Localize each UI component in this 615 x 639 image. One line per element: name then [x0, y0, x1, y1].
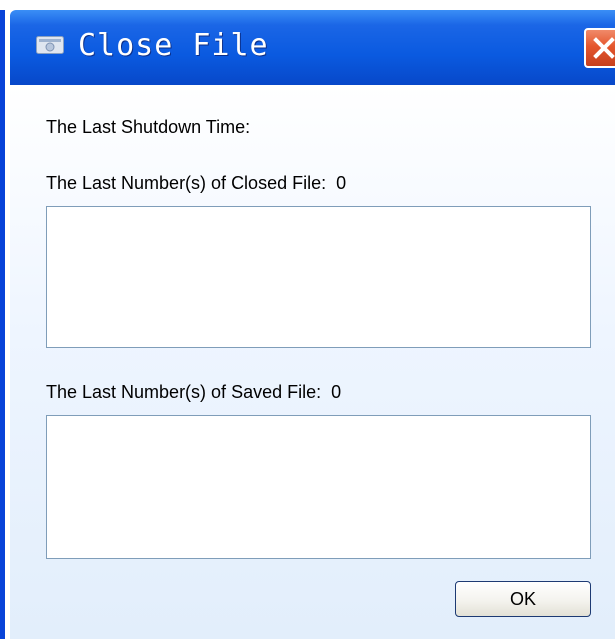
title-bar[interactable]: Close File	[10, 10, 615, 85]
close-file-dialog: Close File The Last Shutdown Time: The L…	[0, 10, 615, 639]
ok-button[interactable]: OK	[455, 581, 591, 617]
saved-files-count: 0	[331, 382, 342, 402]
saved-files-label-text: The Last Number(s) of Saved File:	[46, 382, 322, 402]
window-app-icon	[36, 36, 64, 54]
closed-files-list[interactable]	[46, 206, 591, 348]
close-button[interactable]	[584, 28, 615, 68]
window-title: Close File	[78, 28, 269, 63]
closed-files-label-text: The Last Number(s) of Closed File:	[46, 173, 327, 193]
dialog-body: The Last Shutdown Time: The Last Number(…	[10, 85, 615, 639]
close-icon	[593, 37, 615, 59]
saved-files-label: The Last Number(s) of Saved File: 0	[46, 381, 341, 403]
closed-files-label: The Last Number(s) of Closed File: 0	[46, 172, 346, 194]
closed-files-count: 0	[336, 173, 347, 193]
saved-files-list[interactable]	[46, 415, 591, 559]
shutdown-time-label: The Last Shutdown Time:	[46, 117, 251, 137]
